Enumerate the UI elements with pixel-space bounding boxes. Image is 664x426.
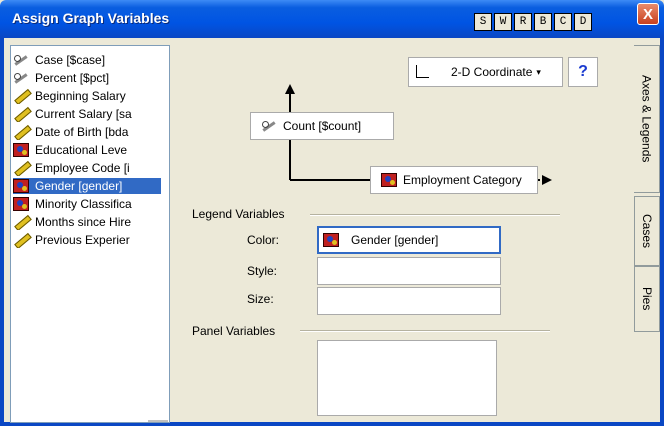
panel-section-label: Panel Variables [192, 324, 276, 338]
size-field[interactable] [317, 287, 501, 315]
ruler-icon [13, 215, 29, 229]
variable-list[interactable]: Case [$case] Percent [$pct] Beginning Sa… [10, 45, 170, 423]
y-axis-variable: Count [$count] [283, 119, 362, 133]
scissors-icon [13, 71, 29, 85]
list-item[interactable]: Minority Classifica [13, 196, 161, 212]
color-field[interactable]: Gender [gender] [317, 226, 501, 254]
color-value: Gender [gender] [351, 233, 439, 247]
list-item[interactable]: Beginning Salary [13, 88, 161, 104]
scissors-icon [13, 53, 29, 67]
x-axis-variable: Employment Category [403, 173, 522, 187]
tab-label: Cases [640, 213, 654, 248]
w-button[interactable]: W [494, 13, 512, 31]
nominal-icon [13, 143, 29, 157]
nominal-icon [13, 197, 29, 211]
coordinate-label: 2-D Coordinate [451, 65, 533, 79]
ruler-icon [13, 89, 29, 103]
legend-section-label: Legend Variables [192, 207, 285, 221]
scissors-icon [261, 119, 277, 133]
ruler-icon [13, 107, 29, 121]
r-button[interactable]: R [514, 13, 532, 31]
tab-pies[interactable]: Pies [634, 266, 660, 332]
size-label: Size: [247, 292, 274, 306]
list-item[interactable]: Previous Experier [13, 232, 161, 248]
variable-label: Beginning Salary [35, 89, 126, 103]
axes-icon [413, 63, 431, 81]
tab-label: Axes & Legends [639, 75, 654, 163]
help-button[interactable]: ? [568, 57, 598, 87]
ruler-icon [13, 161, 29, 175]
list-item[interactable]: Percent [$pct] [13, 70, 161, 86]
list-item[interactable]: Educational Leve [13, 142, 161, 158]
variable-label: Date of Birth [bda [35, 125, 129, 139]
variable-label: Months since Hire [35, 215, 132, 229]
chevron-down-icon: ▾ [536, 66, 541, 77]
style-field[interactable] [317, 257, 501, 285]
nominal-icon [323, 233, 339, 247]
panel-divider [300, 330, 550, 332]
list-item[interactable]: Date of Birth [bda [13, 124, 161, 140]
variable-label: Gender [gender] [35, 179, 123, 193]
list-item[interactable]: Current Salary [sa [13, 106, 161, 122]
coordinate-dropdown[interactable]: 2-D Coordinate ▾ [408, 57, 563, 87]
nominal-icon [13, 179, 29, 193]
close-button[interactable]: X [637, 3, 659, 25]
title-bar[interactable]: Assign Graph Variables S W R B C D X [0, 0, 664, 38]
list-item[interactable]: Employee Code [i [13, 160, 161, 176]
variable-label: Case [$case] [35, 53, 106, 67]
ruler-icon [13, 125, 29, 139]
tab-cases[interactable]: Cases [634, 196, 660, 266]
window-title: Assign Graph Variables [12, 10, 170, 26]
list-item[interactable]: Case [$case] [13, 52, 161, 68]
style-label: Style: [247, 264, 278, 278]
ruler-icon [13, 233, 29, 247]
panel-variables-field[interactable] [317, 340, 497, 416]
list-scrollbar[interactable] [148, 420, 168, 422]
b-button[interactable]: B [534, 13, 552, 31]
toolbar-buttons: S W R B C D [474, 13, 594, 31]
c-button[interactable]: C [554, 13, 572, 31]
variable-label: Percent [$pct] [35, 71, 110, 85]
window-border-right [660, 38, 664, 426]
list-item-selected[interactable]: Gender [gender] [13, 178, 161, 194]
list-item[interactable]: Months since Hire [13, 214, 161, 230]
x-axis-drop-target[interactable]: Employment Category [370, 166, 538, 194]
s-button[interactable]: S [474, 13, 492, 31]
tab-label: Pies [640, 287, 654, 311]
y-axis-drop-target[interactable]: Count [$count] [250, 112, 394, 140]
variable-label: Current Salary [sa [35, 107, 132, 121]
variable-label: Educational Leve [35, 143, 128, 157]
legend-divider [310, 214, 560, 216]
variable-label: Employee Code [i [35, 161, 130, 175]
tab-axes-legends[interactable]: Axes & Legends [634, 45, 660, 193]
d-button[interactable]: D [574, 13, 592, 31]
nominal-icon [381, 173, 397, 187]
window-border-left [0, 38, 4, 426]
color-label: Color: [247, 233, 280, 247]
variable-label: Minority Classifica [35, 197, 132, 211]
variable-label: Previous Experier [35, 233, 130, 247]
